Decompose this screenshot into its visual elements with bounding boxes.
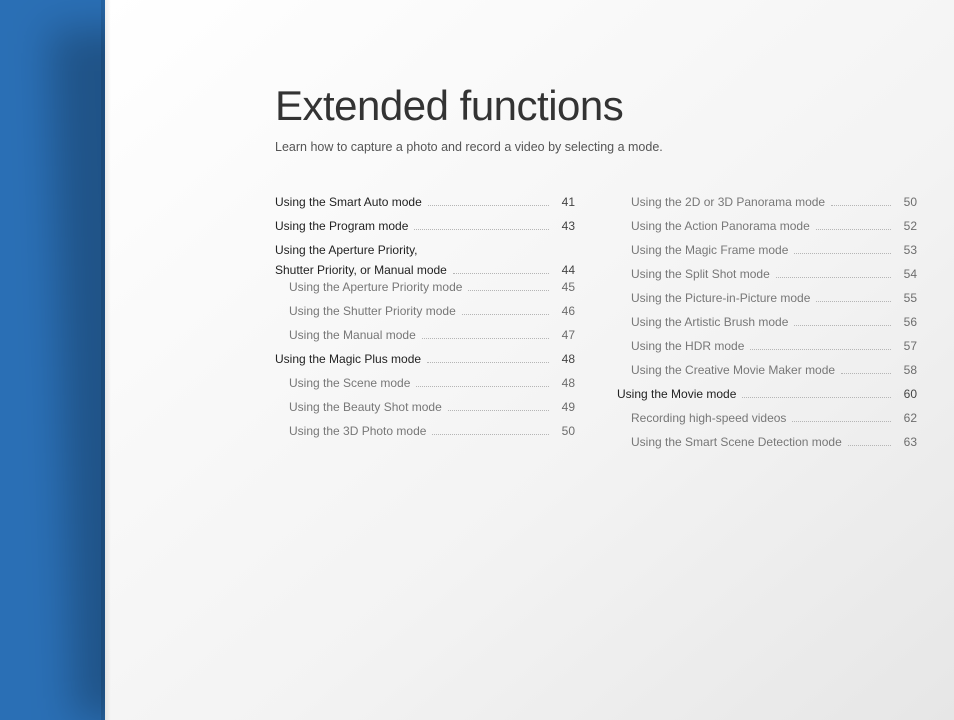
toc-entry[interactable]: Using the Artistic Brush mode 56 bbox=[617, 316, 917, 329]
toc-leader bbox=[432, 434, 549, 435]
toc-leader bbox=[848, 445, 891, 446]
toc-leader bbox=[422, 338, 549, 339]
toc-entry-label: Using the Smart Auto mode bbox=[275, 196, 422, 208]
toc-entry[interactable]: Using the 2D or 3D Panorama mode 50 bbox=[617, 196, 917, 209]
toc-entry[interactable]: Using the Magic Plus mode 48 bbox=[275, 353, 575, 366]
toc-entry[interactable]: Using the Magic Frame mode 53 bbox=[617, 244, 917, 257]
toc-entry-page: 44 bbox=[553, 264, 575, 276]
toc-entry-label: Using the HDR mode bbox=[631, 340, 744, 352]
toc-entry[interactable]: Using the Split Shot mode 54 bbox=[617, 268, 917, 281]
toc-entry-page: 45 bbox=[553, 281, 575, 293]
toc-leader bbox=[816, 229, 891, 230]
toc-column-left: Using the Smart Auto mode 41 Using the Pro… bbox=[275, 196, 575, 460]
toc-columns: Using the Smart Auto mode 41 Using the Pro… bbox=[275, 196, 945, 460]
toc-entry-label: Using the Smart Scene Detection mode bbox=[631, 436, 842, 448]
toc-entry[interactable]: Using the Smart Auto mode 41 bbox=[275, 196, 575, 209]
toc-leader bbox=[468, 290, 549, 291]
toc-entry-label: Using the Action Panorama mode bbox=[631, 220, 810, 232]
document-page: Extended functions Learn how to capture … bbox=[105, 0, 954, 720]
toc-entry-page: 55 bbox=[895, 292, 917, 304]
toc-entry-page: 52 bbox=[895, 220, 917, 232]
page-subtitle: Learn how to capture a photo and record … bbox=[275, 140, 945, 154]
toc-entry-label: Using the Aperture Priority mode bbox=[289, 281, 462, 293]
toc-entry-label: Using the Split Shot mode bbox=[631, 268, 770, 280]
toc-entry-label: Using the Artistic Brush mode bbox=[631, 316, 788, 328]
toc-entry-label: Using the Creative Movie Maker mode bbox=[631, 364, 835, 376]
toc-entry[interactable]: Using the Aperture Priority, Shutter Prio… bbox=[275, 244, 575, 277]
toc-entry-page: 41 bbox=[553, 196, 575, 208]
toc-entry-page: 54 bbox=[895, 268, 917, 280]
toc-entry[interactable]: Using the Creative Movie Maker mode 58 bbox=[617, 364, 917, 377]
toc-entry-label: Shutter Priority, or Manual mode bbox=[275, 264, 447, 276]
toc-entry-label: Using the Aperture Priority, bbox=[275, 244, 575, 256]
toc-entry-label: Using the Manual mode bbox=[289, 329, 416, 341]
toc-entry[interactable]: Recording high-speed videos 62 bbox=[617, 412, 917, 425]
toc-leader bbox=[776, 277, 891, 278]
toc-entry-page: 48 bbox=[553, 377, 575, 389]
toc-entry-page: 56 bbox=[895, 316, 917, 328]
toc-entry[interactable]: Using the Scene mode 48 bbox=[275, 377, 575, 390]
toc-entry[interactable]: Using the Beauty Shot mode 49 bbox=[275, 401, 575, 414]
toc-leader bbox=[414, 229, 549, 230]
toc-leader bbox=[831, 205, 891, 206]
toc-entry[interactable]: Using the 3D Photo mode 50 bbox=[275, 425, 575, 438]
toc-entry-page: 57 bbox=[895, 340, 917, 352]
toc-entry-label: Using the Magic Frame mode bbox=[631, 244, 788, 256]
toc-leader bbox=[794, 325, 891, 326]
toc-entry-label: Using the Shutter Priority mode bbox=[289, 305, 456, 317]
toc-entry-label: Using the Beauty Shot mode bbox=[289, 401, 442, 413]
toc-entry-page: 50 bbox=[553, 425, 575, 437]
toc-entry-label: Using the Picture-in-Picture mode bbox=[631, 292, 810, 304]
toc-entry[interactable]: Using the Picture-in-Picture mode 55 bbox=[617, 292, 917, 305]
toc-entry-page: 63 bbox=[895, 436, 917, 448]
toc-entry-page: 46 bbox=[553, 305, 575, 317]
toc-entry-page: 60 bbox=[895, 388, 917, 400]
toc-entry-page: 62 bbox=[895, 412, 917, 424]
toc-entry[interactable]: Using the Program mode 43 bbox=[275, 220, 575, 233]
page-title: Extended functions bbox=[275, 82, 945, 130]
toc-entry-page: 50 bbox=[895, 196, 917, 208]
toc-entry[interactable]: Using the Shutter Priority mode 46 bbox=[275, 305, 575, 318]
toc-entry-label: Using the Movie mode bbox=[617, 388, 736, 400]
toc-leader bbox=[453, 273, 549, 274]
toc-column-right: Using the 2D or 3D Panorama mode50Using … bbox=[617, 196, 917, 460]
toc-entry-label: Using the Program mode bbox=[275, 220, 408, 232]
toc-leader bbox=[794, 253, 891, 254]
toc-entry[interactable]: Using the Smart Scene Detection mode 63 bbox=[617, 436, 917, 449]
toc-leader bbox=[742, 397, 891, 398]
toc-entry-label: Using the Scene mode bbox=[289, 377, 410, 389]
toc-leader bbox=[841, 373, 891, 374]
toc-leader bbox=[448, 410, 549, 411]
toc-entry-label: Using the Magic Plus mode bbox=[275, 353, 421, 365]
toc-entry-page: 49 bbox=[553, 401, 575, 413]
toc-entry[interactable]: Using the HDR mode 57 bbox=[617, 340, 917, 353]
toc-entry-page: 53 bbox=[895, 244, 917, 256]
toc-leader bbox=[427, 362, 549, 363]
toc-entry-label: Recording high-speed videos bbox=[631, 412, 786, 424]
toc-entry-label: Using the 2D or 3D Panorama mode bbox=[631, 196, 825, 208]
toc-leader bbox=[792, 421, 891, 422]
toc-leader bbox=[428, 205, 549, 206]
toc-leader bbox=[462, 314, 549, 315]
toc-entry-page: 58 bbox=[895, 364, 917, 376]
toc-entry[interactable]: Using the Manual mode 47 bbox=[275, 329, 575, 342]
toc-entry-page: 43 bbox=[553, 220, 575, 232]
toc-leader bbox=[750, 349, 891, 350]
toc-entry[interactable]: Using the Aperture Priority mode 45 bbox=[275, 281, 575, 294]
toc-leader bbox=[816, 301, 891, 302]
toc-entry-page: 48 bbox=[553, 353, 575, 365]
toc-leader bbox=[416, 386, 549, 387]
toc-entry[interactable]: Using the Movie mode 60 bbox=[617, 388, 917, 401]
toc-entry-page: 47 bbox=[553, 329, 575, 341]
toc-entry-label: Using the 3D Photo mode bbox=[289, 425, 426, 437]
toc-entry[interactable]: Using the Action Panorama mode 52 bbox=[617, 220, 917, 233]
